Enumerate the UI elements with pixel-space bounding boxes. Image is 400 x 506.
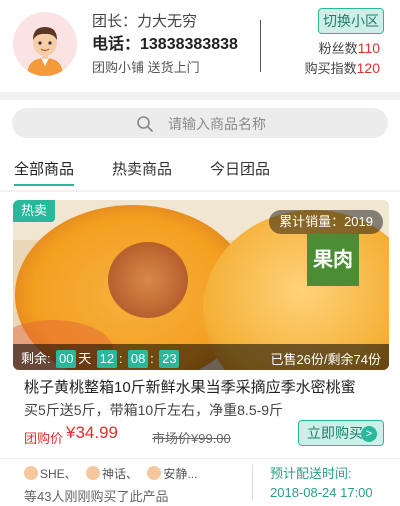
footer-divider (252, 465, 253, 501)
category-tabs: 全部商品 热卖商品 今日团品 (0, 150, 400, 186)
buy-now-button[interactable]: 立即购买 > (298, 420, 384, 446)
leader-name: 团长：力大无穷 (92, 13, 198, 30)
buyer-count: 等43人刚刚购买了此产品 (24, 489, 169, 504)
buyer-item: SHE、 (24, 465, 77, 482)
countdown-bar: 剩余: 00 天 12: 08: 23 已售26份/剩余74份 (13, 344, 389, 370)
countdown-seconds: 23 (159, 350, 180, 368)
switch-community-button[interactable]: 切换小区 (318, 8, 384, 34)
buyer-avatar (147, 466, 162, 480)
countdown-minutes: 08 (128, 350, 149, 368)
search-input[interactable]: 请输入商品名称 (12, 108, 388, 138)
buyer-item: 神话、 (86, 465, 138, 482)
product-card[interactable]: 热卖 累计销量：2019 果肉 剩余: 00 天 12: 08: 23 已售26份… (0, 192, 400, 458)
buyer-list: SHE、 神话、 安静... (24, 465, 203, 482)
fruit-flesh-label: 果肉 (307, 234, 359, 286)
search-icon (137, 116, 153, 132)
header-divider (260, 20, 261, 72)
recent-buyers-strip: SHE、 神话、 安静... 等43人刚刚购买了此产品 预计配送时间: 2018… (0, 458, 400, 506)
tab-today-group[interactable]: 今日团品 (210, 158, 270, 179)
search-placeholder: 请输入商品名称 (168, 116, 266, 132)
product-subtitle: 买5斤送5斤，带箱10斤左右，净重8.5-9斤 (24, 402, 284, 418)
delivery-time: 2018-08-24 17:00 (270, 485, 373, 500)
leader-avatar (13, 12, 77, 76)
fans-count: 粉丝数110 (318, 40, 380, 56)
group-price-label: 团购价 (24, 431, 64, 446)
group-price: ¥34.99 (66, 423, 118, 442)
product-image[interactable]: 热卖 累计销量：2019 果肉 剩余: 00 天 12: 08: 23 已售26份… (13, 200, 389, 370)
leader-phone: 电话：13838383838 (92, 36, 238, 53)
countdown-days: 00 (56, 350, 77, 368)
buyer-avatar (86, 466, 101, 480)
tab-all-products[interactable]: 全部商品 (14, 158, 74, 179)
product-title[interactable]: 桃子黄桃整箱10斤新鲜水果当季采摘应季水密桃蜜 (24, 376, 384, 397)
countdown-timer: 剩余: 00 天 12: 08: 23 (21, 348, 181, 368)
sold-remaining: 已售26份/剩余74份 (270, 352, 381, 367)
chevron-right-icon: > (361, 426, 377, 442)
hot-badge: 热卖 (13, 200, 55, 222)
countdown-hours: 12 (96, 350, 117, 368)
leader-header: 团长：力大无穷 电话：13838383838 团购小铺 送货上门 切换小区 粉丝… (0, 0, 400, 92)
buyer-item: 安静... (147, 465, 197, 482)
buyer-avatar (24, 466, 38, 480)
market-price: 市场价¥99.00 (152, 431, 231, 446)
active-tab-indicator (14, 184, 74, 186)
total-sales: 累计销量：2019 (269, 210, 383, 234)
shop-slogan: 团购小铺 送货上门 (92, 60, 200, 75)
search-and-tabs: 请输入商品名称 全部商品 热卖商品 今日团品 (0, 100, 400, 190)
buy-index: 购买指数120 (304, 60, 380, 76)
tab-hot-products[interactable]: 热卖商品 (112, 158, 172, 179)
delivery-label: 预计配送时间: (270, 466, 352, 481)
